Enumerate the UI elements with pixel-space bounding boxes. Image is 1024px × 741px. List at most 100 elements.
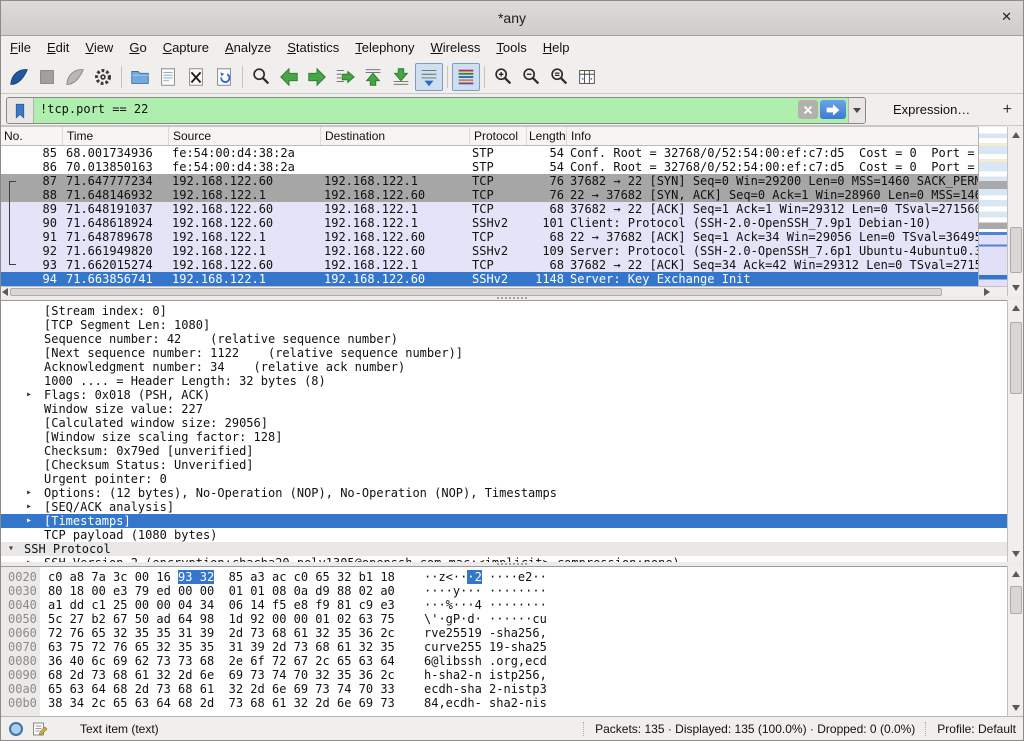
column-header-no[interactable]: No. — [0, 127, 63, 145]
packet-detail-pane: [Stream index: 0] [TCP Segment Len: 1080… — [0, 300, 1007, 562]
restart-capture-icon[interactable] — [61, 63, 89, 91]
menu-go[interactable]: Go — [121, 36, 154, 60]
packet-row[interactable]: 9171.648789678192.168.122.1192.168.122.6… — [0, 230, 978, 244]
save-file-icon[interactable] — [154, 63, 182, 91]
packet-list-header: No. Time Source Destination Protocol Len… — [0, 126, 978, 146]
hex-row[interactable]: 00505c 27 b2 67 50 ad 64 98 1d 92 00 00 … — [0, 612, 1007, 626]
menu-analyze[interactable]: Analyze — [217, 36, 279, 60]
packet-list-horizontal-scrollbar[interactable] — [0, 286, 1007, 296]
resize-columns-icon[interactable] — [573, 63, 601, 91]
hex-row[interactable]: 0020c0 a8 7a 3c 00 16 93 32 85 a3 ac c0 … — [0, 570, 1007, 584]
hex-row[interactable]: 003080 18 00 e3 79 ed 00 00 01 01 08 0a … — [0, 584, 1007, 598]
packet-row[interactable]: 9271.661949820192.168.122.1192.168.122.6… — [0, 244, 978, 258]
detail-line[interactable]: Sequence number: 42 (relative sequence n… — [0, 332, 1007, 346]
packet-list-minimap[interactable] — [978, 127, 1007, 286]
menu-edit[interactable]: Edit — [39, 36, 77, 60]
filter-input[interactable]: !tcp.port == 22 — [34, 98, 798, 123]
detail-line-expandable[interactable]: ▸Options: (12 bytes), No-Operation (NOP)… — [0, 486, 1007, 500]
detail-line-expandable[interactable]: ▸[SEQ/ACK analysis] — [0, 500, 1007, 514]
profile-status[interactable]: Profile: Default — [937, 722, 1016, 736]
detail-line[interactable]: [TCP Segment Len: 1080] — [0, 318, 1007, 332]
hex-row[interactable]: 006072 76 65 32 35 35 31 39 2d 73 68 61 … — [0, 626, 1007, 640]
auto-scroll-toggle-icon[interactable] — [415, 63, 443, 91]
column-header-protocol[interactable]: Protocol — [470, 127, 527, 145]
detail-line[interactable]: 1000 .... = Header Length: 32 bytes (8) — [0, 374, 1007, 388]
detail-line-selected[interactable]: ▸[Timestamps] — [0, 514, 1007, 528]
detail-line-protocol[interactable]: ▾SSH Protocol — [0, 542, 1007, 556]
menu-tools[interactable]: Tools — [488, 36, 534, 60]
hex-row[interactable]: 00b038 34 2c 65 63 64 68 2d 73 68 61 32 … — [0, 696, 1007, 710]
packet-row[interactable]: 8670.013850163fe:54:00:d4:38:2aSTP54Conf… — [0, 160, 978, 174]
filter-bookmark-icon[interactable] — [7, 98, 34, 123]
add-filter-button[interactable]: + — [997, 94, 1018, 126]
packet-row-selected[interactable]: 9471.663856741192.168.122.1192.168.122.6… — [0, 272, 978, 286]
go-back-icon[interactable] — [275, 63, 303, 91]
open-file-folder-icon[interactable] — [126, 63, 154, 91]
hex-vertical-scrollbar[interactable] — [1007, 566, 1024, 716]
zoom-out-icon[interactable] — [517, 63, 545, 91]
hex-row[interactable]: 009068 2d 73 68 61 32 2d 6e 69 73 74 70 … — [0, 668, 1007, 682]
detail-line-expandable[interactable]: ▸Flags: 0x018 (PSH, ACK) — [0, 388, 1007, 402]
detail-line[interactable]: Acknowledgment number: 34 (relative ack … — [0, 360, 1007, 374]
detail-line[interactable]: [Calculated window size: 29056] — [0, 416, 1007, 430]
packet-list: 8568.001734936fe:54:00:d4:38:2aSTP54Conf… — [0, 146, 978, 286]
go-to-bottom-icon[interactable] — [387, 63, 415, 91]
detail-line[interactable]: [Checksum Status: Unverified] — [0, 458, 1007, 472]
packet-row[interactable]: 8568.001734936fe:54:00:d4:38:2aSTP54Conf… — [0, 146, 978, 160]
packet-list-vertical-scrollbar[interactable] — [1007, 127, 1024, 296]
detail-line[interactable]: Window size value: 227 — [0, 402, 1007, 416]
filter-history-dropdown-icon[interactable] — [848, 98, 865, 123]
go-to-top-icon[interactable] — [359, 63, 387, 91]
go-to-packet-icon[interactable] — [331, 63, 359, 91]
menu-wireless[interactable]: Wireless — [423, 36, 489, 60]
menu-file[interactable]: File — [2, 36, 39, 60]
column-header-time[interactable]: Time — [63, 127, 169, 145]
hex-row[interactable]: 0040a1 dd c1 25 00 00 04 34 06 14 f5 e8 … — [0, 598, 1007, 612]
menu-telephony[interactable]: Telephony — [347, 36, 422, 60]
column-header-source[interactable]: Source — [169, 127, 321, 145]
menu-capture[interactable]: Capture — [155, 36, 217, 60]
detail-line[interactable]: Checksum: 0x79ed [unverified] — [0, 444, 1007, 458]
detail-line[interactable]: [Window size scaling factor: 128] — [0, 430, 1007, 444]
go-forward-icon[interactable] — [303, 63, 331, 91]
column-header-destination[interactable]: Destination — [321, 127, 470, 145]
hex-row[interactable]: 008036 40 6c 69 62 73 73 68 2e 6f 72 67 … — [0, 654, 1007, 668]
display-filter-field[interactable]: !tcp.port == 22 — [6, 97, 866, 124]
detail-line[interactable]: [Next sequence number: 1122 (relative se… — [0, 346, 1007, 360]
colorize-toggle-icon[interactable] — [452, 63, 480, 91]
filter-clear-icon[interactable] — [798, 100, 818, 119]
detail-line[interactable]: [Stream index: 0] — [0, 304, 1007, 318]
zoom-in-icon[interactable] — [489, 63, 517, 91]
menu-view[interactable]: View — [77, 36, 121, 60]
titlebar: *any ✕ — [0, 0, 1024, 36]
start-capture-icon[interactable] — [5, 63, 33, 91]
detail-line[interactable]: Urgent pointer: 0 — [0, 472, 1007, 486]
toolbar-separator — [121, 66, 122, 88]
column-header-info[interactable]: Info — [567, 127, 978, 145]
packet-row[interactable]: 8771.647777234192.168.122.60192.168.122.… — [0, 174, 978, 188]
packet-row[interactable]: 8871.648146932192.168.122.1192.168.122.6… — [0, 188, 978, 202]
column-header-length[interactable]: Length — [527, 127, 567, 145]
packet-row[interactable]: 8971.648191037192.168.122.60192.168.122.… — [0, 202, 978, 216]
menu-statistics[interactable]: Statistics — [279, 36, 347, 60]
reload-file-icon[interactable] — [210, 63, 238, 91]
packet-row[interactable]: 9371.662015274192.168.122.60192.168.122.… — [0, 258, 978, 272]
stop-capture-icon[interactable] — [33, 63, 61, 91]
packet-row[interactable]: 9071.648618924192.168.122.60192.168.122.… — [0, 216, 978, 230]
hex-row[interactable]: 007063 75 72 76 65 32 35 35 31 39 2d 73 … — [0, 640, 1007, 654]
capture-options-gear-icon[interactable] — [89, 63, 117, 91]
hex-row[interactable]: 00a065 63 64 68 2d 73 68 61 32 2d 6e 69 … — [0, 682, 1007, 696]
expert-info-icon[interactable] — [8, 721, 24, 737]
main-toolbar — [0, 60, 1024, 94]
find-packet-magnifier-icon[interactable] — [247, 63, 275, 91]
expression-button[interactable]: Expression… — [893, 94, 970, 126]
zoom-reset-icon[interactable] — [545, 63, 573, 91]
filter-apply-arrow-icon[interactable] — [820, 100, 846, 119]
menu-help[interactable]: Help — [535, 36, 578, 60]
close-file-icon[interactable] — [182, 63, 210, 91]
capture-comment-icon[interactable] — [32, 721, 48, 737]
detail-line[interactable]: TCP payload (1080 bytes) — [0, 528, 1007, 542]
detail-vertical-scrollbar[interactable] — [1007, 300, 1024, 562]
toolbar-separator — [447, 66, 448, 88]
close-icon[interactable]: ✕ — [1001, 9, 1012, 25]
